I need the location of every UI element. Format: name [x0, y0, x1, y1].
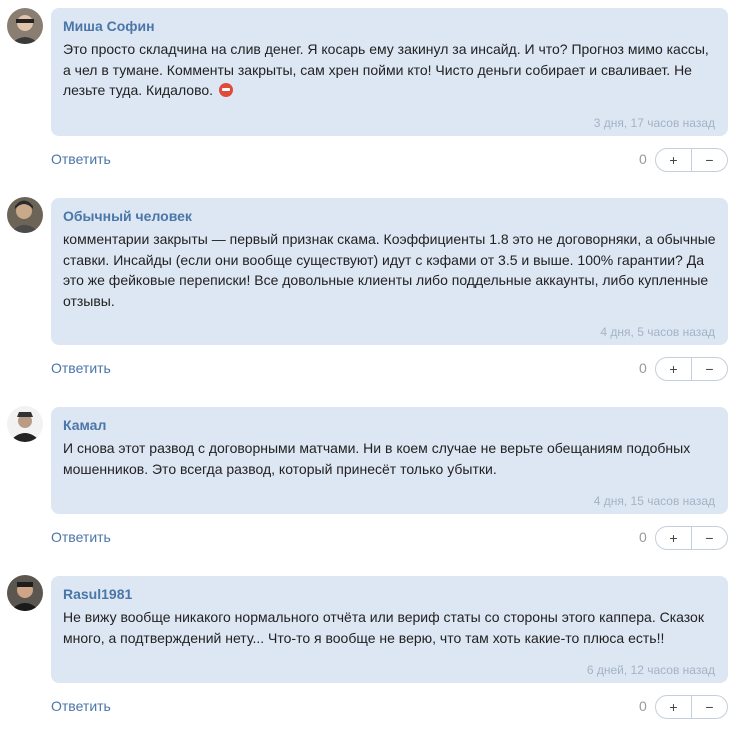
avatar[interactable] — [7, 197, 43, 233]
comment-bubble: Камал И снова этот развод с договорными … — [51, 407, 728, 514]
comment-bubble: Обычный человек комментарии закрыты — пе… — [51, 198, 728, 345]
upvote-button[interactable]: + — [656, 696, 691, 718]
avatar[interactable] — [7, 8, 43, 44]
comment-author[interactable]: Обычный человек — [63, 207, 716, 225]
comment-date: 4 дня, 15 часов назад — [593, 494, 715, 508]
comment-text: комментарии закрыты — первый признак ска… — [63, 231, 716, 309]
comment-bubble: Миша Софин Это просто складчина на слив … — [51, 8, 728, 136]
vote-control: + − — [655, 148, 728, 172]
angry-face-icon — [218, 83, 233, 97]
comment-date: 4 дня, 5 часов назад — [600, 325, 715, 339]
comment-author[interactable]: Миша Софин — [63, 17, 716, 35]
avatar[interactable] — [7, 406, 43, 442]
reply-link[interactable]: Ответить — [51, 529, 111, 545]
rating-score: 0 — [639, 698, 647, 714]
comment-bubble: Rasul1981 Не вижу вообще никакого нормал… — [51, 576, 728, 683]
comment-text: Это просто складчина на слив денег. Я ко… — [63, 41, 709, 98]
rating-score: 0 — [639, 360, 647, 376]
comment-author[interactable]: Rasul1981 — [63, 585, 716, 603]
upvote-button[interactable]: + — [656, 527, 691, 549]
upvote-button[interactable]: + — [656, 358, 691, 380]
vote-control: + − — [655, 357, 728, 381]
comment-date: 3 дня, 17 часов назад — [593, 116, 715, 130]
downvote-button[interactable]: − — [692, 527, 727, 549]
comment-text: Не вижу вообще никакого нормального отчё… — [63, 609, 704, 646]
reply-link[interactable]: Ответить — [51, 360, 111, 376]
downvote-button[interactable]: − — [692, 696, 727, 718]
vote-control: + − — [655, 526, 728, 550]
comment-date: 6 дней, 12 часов назад — [586, 663, 715, 677]
rating-score: 0 — [639, 151, 647, 167]
avatar[interactable] — [7, 575, 43, 611]
upvote-button[interactable]: + — [656, 149, 691, 171]
reply-link[interactable]: Ответить — [51, 698, 111, 714]
reply-link[interactable]: Ответить — [51, 151, 111, 167]
comment-author[interactable]: Камал — [63, 416, 716, 434]
downvote-button[interactable]: − — [692, 358, 727, 380]
vote-control: + − — [655, 695, 728, 719]
rating-score: 0 — [639, 529, 647, 545]
downvote-button[interactable]: − — [692, 149, 727, 171]
comment-text: И снова этот развод с договорными матчам… — [63, 440, 691, 477]
